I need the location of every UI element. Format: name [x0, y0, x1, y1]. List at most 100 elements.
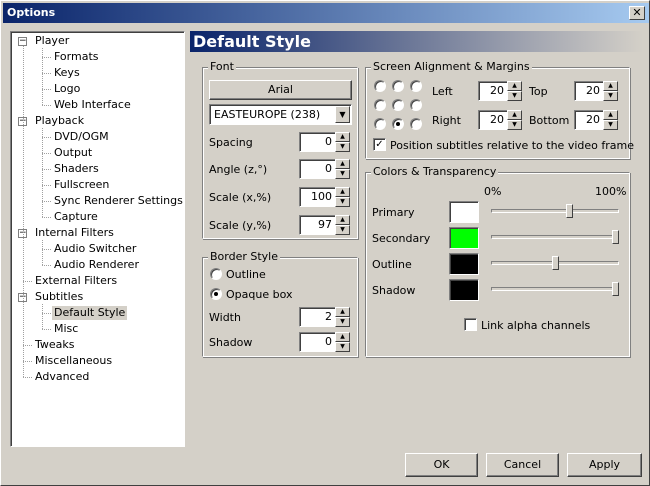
spin-down-icon[interactable]: ▼: [335, 225, 350, 235]
color-swatch[interactable]: [449, 253, 479, 275]
tree-item[interactable]: Audio Renderer: [52, 258, 141, 272]
outline-radio-label[interactable]: Outline: [226, 268, 266, 281]
spin-down-icon[interactable]: ▼: [335, 197, 350, 207]
link-alpha-label[interactable]: Link alpha channels: [481, 319, 590, 332]
tree-item[interactable]: Sync Renderer Settings: [52, 194, 185, 208]
spin-up-icon[interactable]: ▲: [335, 215, 350, 225]
spacing-field[interactable]: 0: [299, 132, 336, 152]
position-relative-label[interactable]: Position subtitles relative to the video…: [390, 139, 634, 152]
spin-up-icon[interactable]: ▲: [603, 81, 618, 91]
tree-connector: [42, 105, 51, 106]
spin-up-icon[interactable]: ▲: [335, 132, 350, 142]
spin-down-icon[interactable]: ▼: [507, 120, 522, 130]
alignment-radio[interactable]: [392, 80, 404, 92]
tree-item[interactable]: Formats: [52, 50, 101, 64]
alignment-radio[interactable]: [410, 80, 422, 92]
tree-item[interactable]: Tweaks: [33, 338, 77, 352]
spin-down-icon[interactable]: ▼: [603, 91, 618, 101]
width-field[interactable]: 2: [299, 307, 336, 327]
scaley-field[interactable]: 97: [299, 215, 336, 235]
spin-down-icon[interactable]: ▼: [335, 169, 350, 179]
tree-trunk: [23, 46, 24, 377]
bottom-field[interactable]: 20: [574, 110, 604, 130]
color-swatch[interactable]: [449, 227, 479, 249]
spin-down-icon[interactable]: ▼: [507, 91, 522, 101]
options-tree[interactable]: Player − Formats Keys Logo Web Interface Playb…: [10, 31, 185, 447]
alignment-radio[interactable]: [410, 118, 422, 130]
alignment-radio[interactable]: [374, 80, 386, 92]
alpha-slider-thumb[interactable]: [551, 256, 559, 270]
alignment-radio[interactable]: [392, 99, 404, 111]
tree-item[interactable]: Miscellaneous: [33, 354, 114, 368]
close-button[interactable]: ✕: [629, 6, 645, 20]
tree-item[interactable]: Misc: [52, 322, 80, 336]
ok-button[interactable]: OK: [405, 453, 478, 477]
tree-item[interactable]: External Filters: [33, 274, 119, 288]
alignment-radio[interactable]: [410, 99, 422, 111]
tree-connector: [23, 361, 32, 362]
tree-item[interactable]: Player: [33, 34, 71, 48]
alpha-slider-track[interactable]: [491, 287, 619, 291]
tree-item[interactable]: Shaders: [52, 162, 101, 176]
spin-up-icon[interactable]: ▲: [603, 110, 618, 120]
shadow-field[interactable]: 0: [299, 332, 336, 352]
scalex-field[interactable]: 100: [299, 187, 336, 207]
tree-branch: [42, 304, 43, 329]
tree-connector: [42, 153, 51, 154]
chevron-down-icon[interactable]: ▼: [335, 106, 350, 123]
tree-item[interactable]: Advanced: [33, 370, 91, 384]
alignment-radio[interactable]: [374, 118, 386, 130]
spin-up-icon[interactable]: ▲: [507, 81, 522, 91]
opaque-box-radio-label[interactable]: Opaque box: [226, 288, 292, 301]
left-label: Left: [432, 85, 453, 98]
alpha-slider-thumb[interactable]: [612, 282, 619, 296]
spin-up-icon[interactable]: ▲: [335, 187, 350, 197]
tree-connector: [23, 345, 32, 346]
spin-up-icon[interactable]: ▲: [335, 332, 350, 342]
tree-item[interactable]: Default Style: [52, 306, 128, 320]
tree-connector: [23, 377, 32, 378]
alpha-slider-track[interactable]: [491, 235, 619, 239]
tree-connector: [42, 57, 51, 58]
outline-radio[interactable]: [210, 268, 222, 280]
tree-item[interactable]: Internal Filters: [33, 226, 116, 240]
alpha-slider-thumb[interactable]: [566, 204, 574, 218]
spin-up-icon[interactable]: ▲: [507, 110, 522, 120]
spin-up-icon[interactable]: ▲: [335, 307, 350, 317]
spin-down-icon[interactable]: ▼: [335, 142, 350, 152]
top-field[interactable]: 20: [574, 81, 604, 101]
spin-down-icon[interactable]: ▼: [603, 120, 618, 130]
angle-field[interactable]: 0: [299, 159, 336, 179]
tree-item[interactable]: Subtitles: [33, 290, 85, 304]
tree-item[interactable]: Logo: [52, 82, 82, 96]
scaley-label: Scale (y,%): [209, 219, 272, 232]
right-field[interactable]: 20: [478, 110, 508, 130]
charset-select[interactable]: EASTEUROPE (238) ▼: [209, 104, 352, 125]
tree-item[interactable]: Capture: [52, 210, 100, 224]
spin-down-icon[interactable]: ▼: [335, 342, 350, 352]
spin-down-icon[interactable]: ▼: [335, 317, 350, 327]
font-button[interactable]: Arial: [209, 80, 352, 100]
alpha-slider-thumb[interactable]: [612, 230, 619, 244]
alignment-radio[interactable]: [392, 118, 404, 130]
cancel-button[interactable]: Cancel: [486, 453, 559, 477]
tree-item[interactable]: Playback: [33, 114, 86, 128]
tree-item[interactable]: DVD/OGM: [52, 130, 111, 144]
link-alpha-checkbox[interactable]: [464, 318, 477, 331]
tree-item[interactable]: Keys: [52, 66, 82, 80]
spin-up-icon[interactable]: ▲: [335, 159, 350, 169]
tree-item[interactable]: Fullscreen: [52, 178, 111, 192]
apply-button[interactable]: Apply: [567, 453, 642, 477]
tree-item[interactable]: Audio Switcher: [52, 242, 138, 256]
opaque-box-radio[interactable]: [210, 288, 222, 300]
left-field[interactable]: 20: [478, 81, 508, 101]
alpha-slider-track[interactable]: [491, 209, 619, 213]
position-relative-checkbox[interactable]: ✓: [373, 138, 386, 151]
color-swatch[interactable]: [449, 201, 479, 223]
alignment-radio[interactable]: [374, 99, 386, 111]
tree-collapse-icon[interactable]: −: [18, 37, 27, 46]
tree-item[interactable]: Web Interface: [52, 98, 133, 112]
color-swatch[interactable]: [449, 279, 479, 301]
title-bar[interactable]: Options ✕: [3, 3, 649, 23]
tree-item[interactable]: Output: [52, 146, 94, 160]
